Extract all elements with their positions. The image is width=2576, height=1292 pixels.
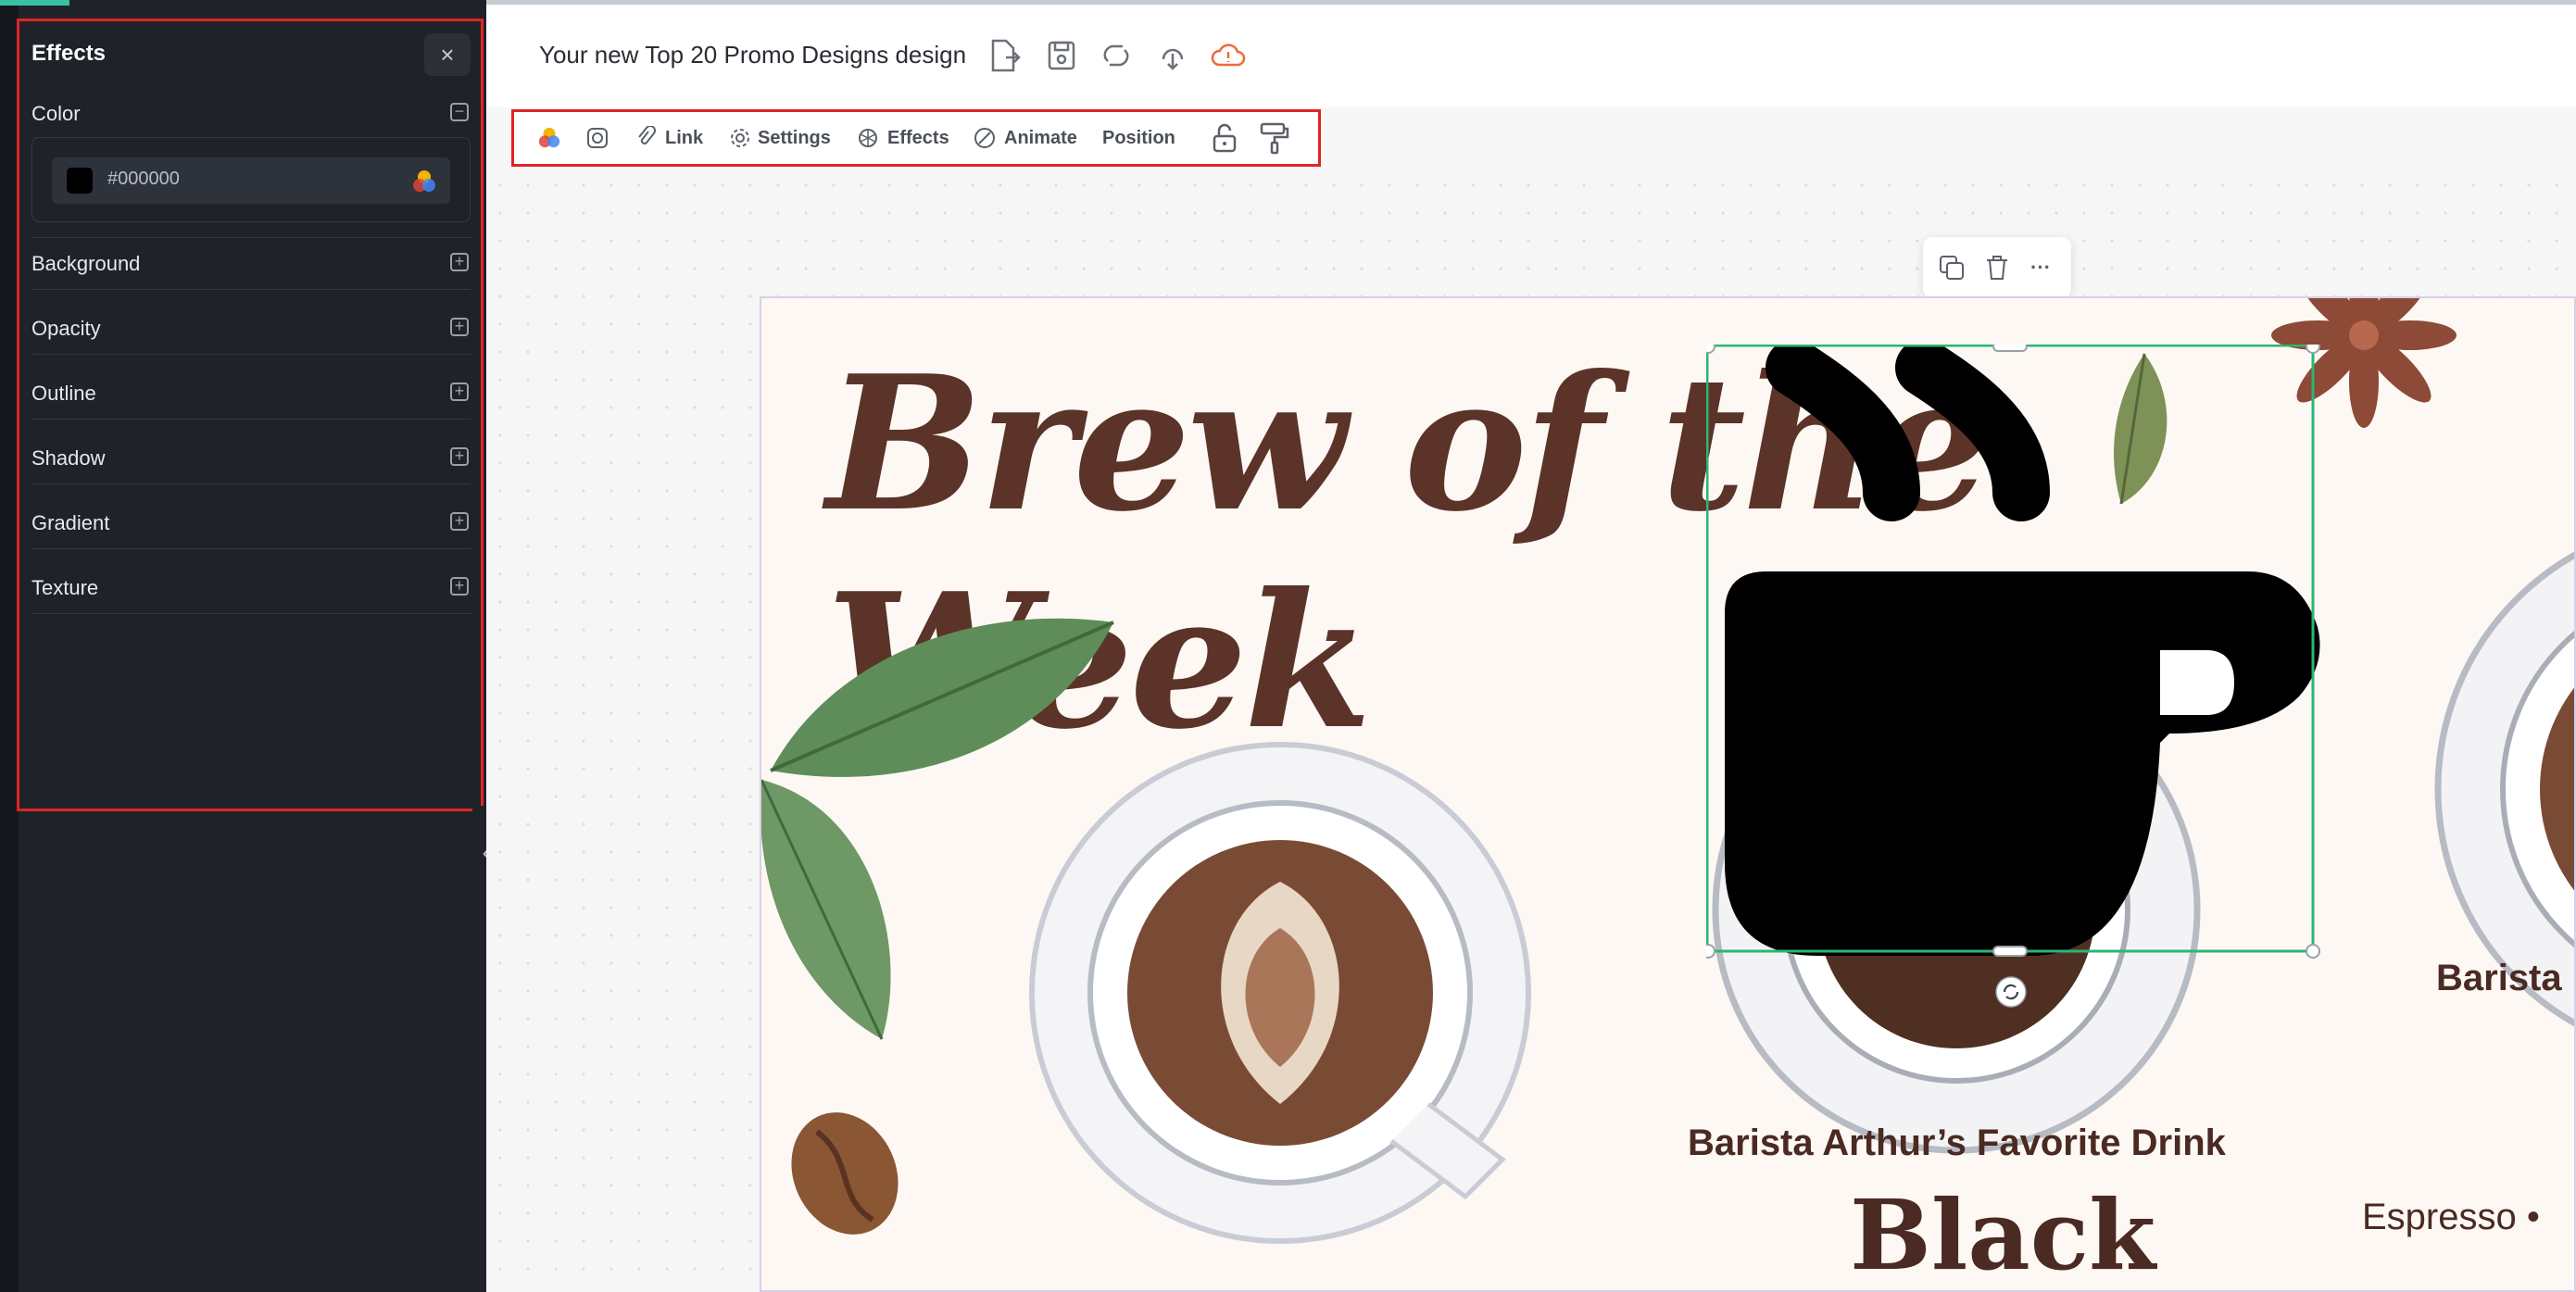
divider xyxy=(31,289,471,290)
panel-title: Effects xyxy=(31,41,107,66)
espresso-ingredient-text[interactable]: Espresso • xyxy=(2362,1197,2540,1238)
more-options-button[interactable]: ··· xyxy=(2030,256,2051,280)
download-icon[interactable] xyxy=(1154,37,1191,74)
toolbar-effects-button[interactable]: Effects xyxy=(887,128,949,149)
settings-gear-icon[interactable] xyxy=(728,126,752,150)
toolbar-animate-button[interactable]: Animate xyxy=(1004,128,1077,149)
divider xyxy=(31,237,471,238)
expand-outline-icon[interactable]: + xyxy=(450,383,469,401)
section-label-opacity[interactable]: Opacity xyxy=(31,317,101,341)
effects-icon[interactable] xyxy=(856,126,880,150)
section-label-shadow[interactable]: Shadow xyxy=(31,446,106,470)
paint-roller-icon[interactable] xyxy=(1258,120,1291,156)
image-icon[interactable] xyxy=(585,126,609,150)
subtitle-right-partial[interactable]: Barista xyxy=(2436,958,2562,999)
color-palette-icon[interactable] xyxy=(537,126,561,150)
subtitle-favorite-drink[interactable]: Barista Arthur’s Favorite Drink xyxy=(1688,1123,2226,1164)
partial-cup-illustration-icon[interactable] xyxy=(2429,456,2576,1123)
save-icon[interactable] xyxy=(1043,37,1080,74)
expand-shadow-icon[interactable]: + xyxy=(450,447,469,466)
collapse-color-icon[interactable]: − xyxy=(450,103,469,121)
drink-name-text[interactable]: Black xyxy=(1850,1178,2155,1290)
expand-gradient-icon[interactable]: + xyxy=(450,512,469,531)
divider xyxy=(31,613,471,614)
toolbar-settings-button[interactable]: Settings xyxy=(758,128,831,149)
toolbar-position-button[interactable]: Position xyxy=(1102,128,1175,149)
unlock-icon[interactable] xyxy=(1210,122,1239,154)
duplicate-icon[interactable] xyxy=(1938,254,1966,282)
divider xyxy=(31,419,471,420)
color-hex-value[interactable]: #000000 xyxy=(107,169,180,190)
rotate-handle-icon[interactable] xyxy=(1994,975,2028,1009)
link-icon[interactable] xyxy=(635,126,658,150)
divider xyxy=(31,354,471,355)
section-label-gradient[interactable]: Gradient xyxy=(31,511,109,535)
cloud-warning-icon[interactable] xyxy=(1210,37,1247,74)
expand-background-icon[interactable]: + xyxy=(450,253,469,271)
brand-accent-bar xyxy=(0,0,69,6)
side-rail xyxy=(0,0,19,1292)
section-label-background[interactable]: Background xyxy=(31,252,140,276)
color-swatch[interactable] xyxy=(67,168,93,194)
design-artboard[interactable]: Brew of the Week Barista Arthur’s Favori… xyxy=(760,296,2576,1292)
divider xyxy=(31,548,471,549)
close-panel-button[interactable]: × xyxy=(424,33,471,76)
toolbar-link-button[interactable]: Link xyxy=(665,128,703,149)
divider xyxy=(31,483,471,484)
section-label-texture[interactable]: Texture xyxy=(31,576,98,600)
section-label-outline[interactable]: Outline xyxy=(31,382,96,406)
section-label-color: Color xyxy=(31,102,81,125)
coffee-mug-icon[interactable] xyxy=(1706,345,2327,965)
color-palette-icon[interactable] xyxy=(411,169,437,194)
delete-trash-icon[interactable] xyxy=(1984,254,2010,282)
expand-opacity-icon[interactable]: + xyxy=(450,318,469,336)
document-title[interactable]: Your new Top 20 Promo Designs design xyxy=(539,41,966,69)
expand-texture-icon[interactable]: + xyxy=(450,577,469,596)
latte-cup-illustration-icon[interactable] xyxy=(1021,734,1539,1252)
sync-icon[interactable] xyxy=(1099,37,1136,74)
animate-icon[interactable] xyxy=(973,126,997,150)
export-icon[interactable] xyxy=(986,37,1023,74)
header-top-border xyxy=(486,0,2576,5)
coffee-bean-icon[interactable] xyxy=(780,1104,910,1243)
